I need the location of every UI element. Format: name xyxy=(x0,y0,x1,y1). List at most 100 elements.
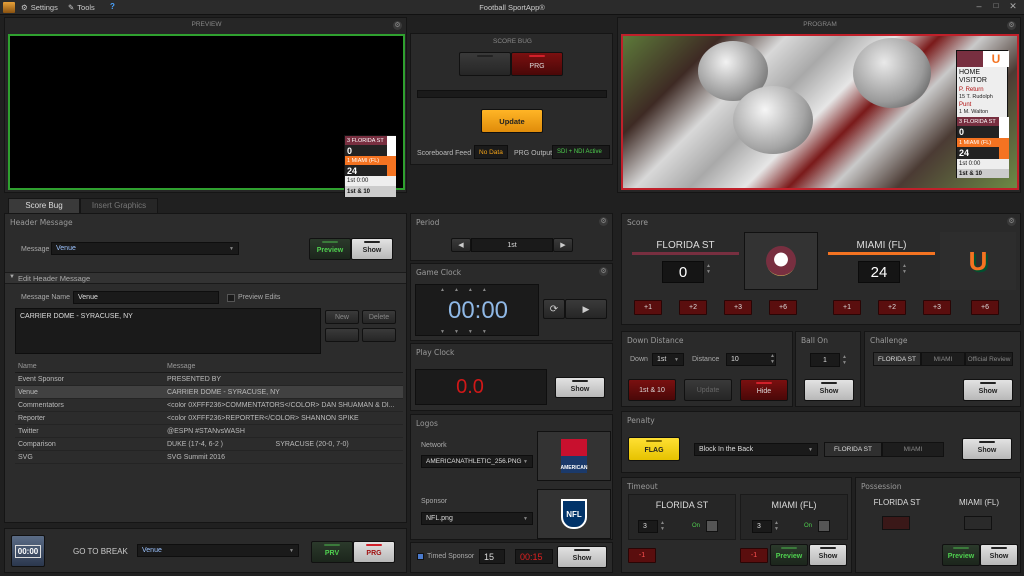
home-score[interactable]: 0 xyxy=(662,261,704,283)
scorebug-prg-button[interactable]: PRG xyxy=(511,52,563,76)
play-clock-show-button[interactable]: Show xyxy=(555,377,605,398)
score-settings-icon[interactable]: ⚙ xyxy=(1007,217,1016,226)
period-next-button[interactable]: ▶ xyxy=(553,238,573,252)
home-plus2-button[interactable]: +2 xyxy=(679,300,707,315)
timeout-show-button[interactable]: Show xyxy=(809,544,847,566)
preview-settings-icon[interactable]: ⚙ xyxy=(393,21,402,30)
maximize-button[interactable]: □ xyxy=(990,1,1002,13)
timeout-home-toggle[interactable] xyxy=(706,520,718,532)
challenge-home-option[interactable]: FLORIDA ST xyxy=(873,352,921,366)
ball-on-spinner[interactable]: ▲ ▼ xyxy=(842,354,847,366)
header-show-button[interactable]: Show xyxy=(351,238,393,260)
table-row[interactable]: Event Sponsor PRESENTED BY xyxy=(15,373,403,386)
break-message-select[interactable]: Venue xyxy=(137,544,299,557)
network-logo-preview[interactable]: AMERICAN xyxy=(537,431,611,481)
away-plus6-button[interactable]: +6 xyxy=(971,300,999,315)
away-plus3-button[interactable]: +3 xyxy=(923,300,951,315)
penalty-select[interactable]: Block In the Back xyxy=(694,443,818,456)
program-settings-icon[interactable]: ⚙ xyxy=(1007,21,1016,30)
away-plus2-button[interactable]: +2 xyxy=(878,300,906,315)
tab-insert-graphics[interactable]: Insert Graphics xyxy=(80,198,158,213)
timeout-home-input[interactable]: 3 xyxy=(638,520,658,533)
home-score-spinner[interactable]: ▲ ▼ xyxy=(706,263,711,275)
table-row[interactable]: Commentators <color 0XFFF236>COMMENTATORS… xyxy=(15,399,403,412)
timeout-home-spinner[interactable]: ▲ ▼ xyxy=(660,520,665,532)
break-prg-button[interactable]: PRG xyxy=(353,541,395,563)
challenge-show-button[interactable]: Show xyxy=(963,379,1013,401)
home-plus1-button[interactable]: +1 xyxy=(634,300,662,315)
overlay-down: 1st & 10 xyxy=(957,169,1009,178)
period-prev-button[interactable]: ◀ xyxy=(451,238,471,252)
timed-sponsor-show-button[interactable]: Show xyxy=(557,546,607,568)
timeout-away-spinner[interactable]: ▲ ▼ xyxy=(774,520,779,532)
game-clock-display[interactable]: ▲▲▲▲ 00:00 ▼▼▼▼ xyxy=(415,284,539,336)
timeout-away-minus-button[interactable]: -1 xyxy=(740,548,768,563)
edit-header-bar[interactable]: ▼ Edit Header Message xyxy=(5,272,406,284)
clock-reset-button[interactable]: ⟳ xyxy=(543,299,565,319)
distance-input[interactable]: 10 xyxy=(726,353,776,366)
tab-score-bug[interactable]: Score Bug xyxy=(8,198,80,213)
table-row[interactable]: Twitter @ESPN #STANvsWASH xyxy=(15,425,403,438)
penalty-home-option[interactable]: FLORIDA ST xyxy=(824,442,882,457)
clock-start-button[interactable]: ▶ xyxy=(565,299,607,319)
down-select[interactable]: 1st xyxy=(652,353,684,366)
update-button[interactable]: Update xyxy=(481,109,543,133)
new-button[interactable]: New xyxy=(325,310,359,324)
message-name-input[interactable]: Venue xyxy=(73,291,219,304)
network-select[interactable]: AMERICANATHLETIC_256.PNG xyxy=(421,455,533,468)
sponsor-select[interactable]: NFL.png xyxy=(421,512,533,525)
possession-show-button[interactable]: Show xyxy=(980,544,1018,566)
home-team-name: FLORIDA ST xyxy=(656,240,715,251)
challenge-review-option[interactable]: Official Review xyxy=(965,352,1013,366)
table-row[interactable]: Comparison DUKE (17-4, 6-2 ) SYRACUSE (20… xyxy=(15,438,403,451)
player-helmet-image-3 xyxy=(853,38,931,108)
away-plus1-button[interactable]: +1 xyxy=(833,300,861,315)
edit-header-title: Edit Header Message xyxy=(18,274,91,283)
timeout-home-minus-button[interactable]: -1 xyxy=(628,548,656,563)
flag-button[interactable]: FLAG xyxy=(628,437,680,461)
sponsor-logo-preview[interactable]: NFL xyxy=(537,489,611,539)
distance-spinner[interactable]: ▲ ▼ xyxy=(770,353,775,365)
timeout-preview-button[interactable]: Preview xyxy=(770,544,808,566)
period-settings-icon[interactable]: ⚙ xyxy=(599,217,608,226)
table-row[interactable]: Reporter <color 0XFFF236>REPORTER</COLOR>… xyxy=(15,412,403,425)
timed-sponsor-checkbox[interactable] xyxy=(417,553,424,560)
down-hide-button[interactable]: Hide xyxy=(740,379,788,401)
timeout-away-input[interactable]: 3 xyxy=(752,520,772,533)
message-select[interactable]: Venue xyxy=(51,242,239,255)
table-row[interactable]: Venue CARRIER DOME - SYRACUSE, NY xyxy=(15,386,403,399)
possession-away-indicator[interactable] xyxy=(964,516,992,530)
header-preview-button[interactable]: Preview xyxy=(309,238,351,260)
edit-action-button-2[interactable] xyxy=(362,328,396,342)
down-update-button[interactable]: Update xyxy=(684,379,732,401)
home-plus6-button[interactable]: +6 xyxy=(769,300,797,315)
ball-on-input[interactable]: 1 xyxy=(810,353,840,367)
penalty-away-option[interactable]: MIAMI xyxy=(882,442,944,457)
break-prv-button[interactable]: PRV xyxy=(311,541,353,563)
timeout-away-toggle[interactable] xyxy=(818,520,830,532)
penalty-show-button[interactable]: Show xyxy=(962,438,1012,460)
game-clock-settings-icon[interactable]: ⚙ xyxy=(599,267,608,276)
minimize-button[interactable]: – xyxy=(973,1,985,13)
close-button[interactable]: ✕ xyxy=(1007,1,1019,13)
table-row[interactable]: SVG SVG Summit 2016 xyxy=(15,451,403,464)
possession-preview-button[interactable]: Preview xyxy=(942,544,980,566)
away-score[interactable]: 24 xyxy=(858,261,900,283)
bug-team2: 1 MIAMI (FL) xyxy=(345,156,387,165)
break-clock-icon[interactable]: 00:00 xyxy=(11,535,45,567)
header-text-area[interactable]: CARRIER DOME - SYRACUSE, NY xyxy=(15,308,321,354)
possession-home-indicator[interactable] xyxy=(882,516,910,530)
scoreboard-feed-label: Scoreboard Feed xyxy=(417,150,472,157)
first-and-ten-button[interactable]: 1st & 10 xyxy=(628,379,676,401)
bug-score1: 0 xyxy=(345,145,387,156)
away-score-spinner[interactable]: ▲ ▼ xyxy=(902,263,907,275)
delete-button[interactable]: Delete xyxy=(362,310,396,324)
ball-on-show-button[interactable]: Show xyxy=(804,379,854,401)
edit-action-button-1[interactable] xyxy=(325,328,359,342)
home-plus3-button[interactable]: +3 xyxy=(724,300,752,315)
period-panel: Period ⚙ ◀ 1st ▶ xyxy=(410,213,613,261)
challenge-away-option[interactable]: MIAMI xyxy=(921,352,965,366)
scorebug-prv-button[interactable] xyxy=(459,52,511,76)
timed-sponsor-seconds[interactable]: 15 xyxy=(479,549,505,564)
preview-edits-checkbox[interactable] xyxy=(227,294,235,302)
